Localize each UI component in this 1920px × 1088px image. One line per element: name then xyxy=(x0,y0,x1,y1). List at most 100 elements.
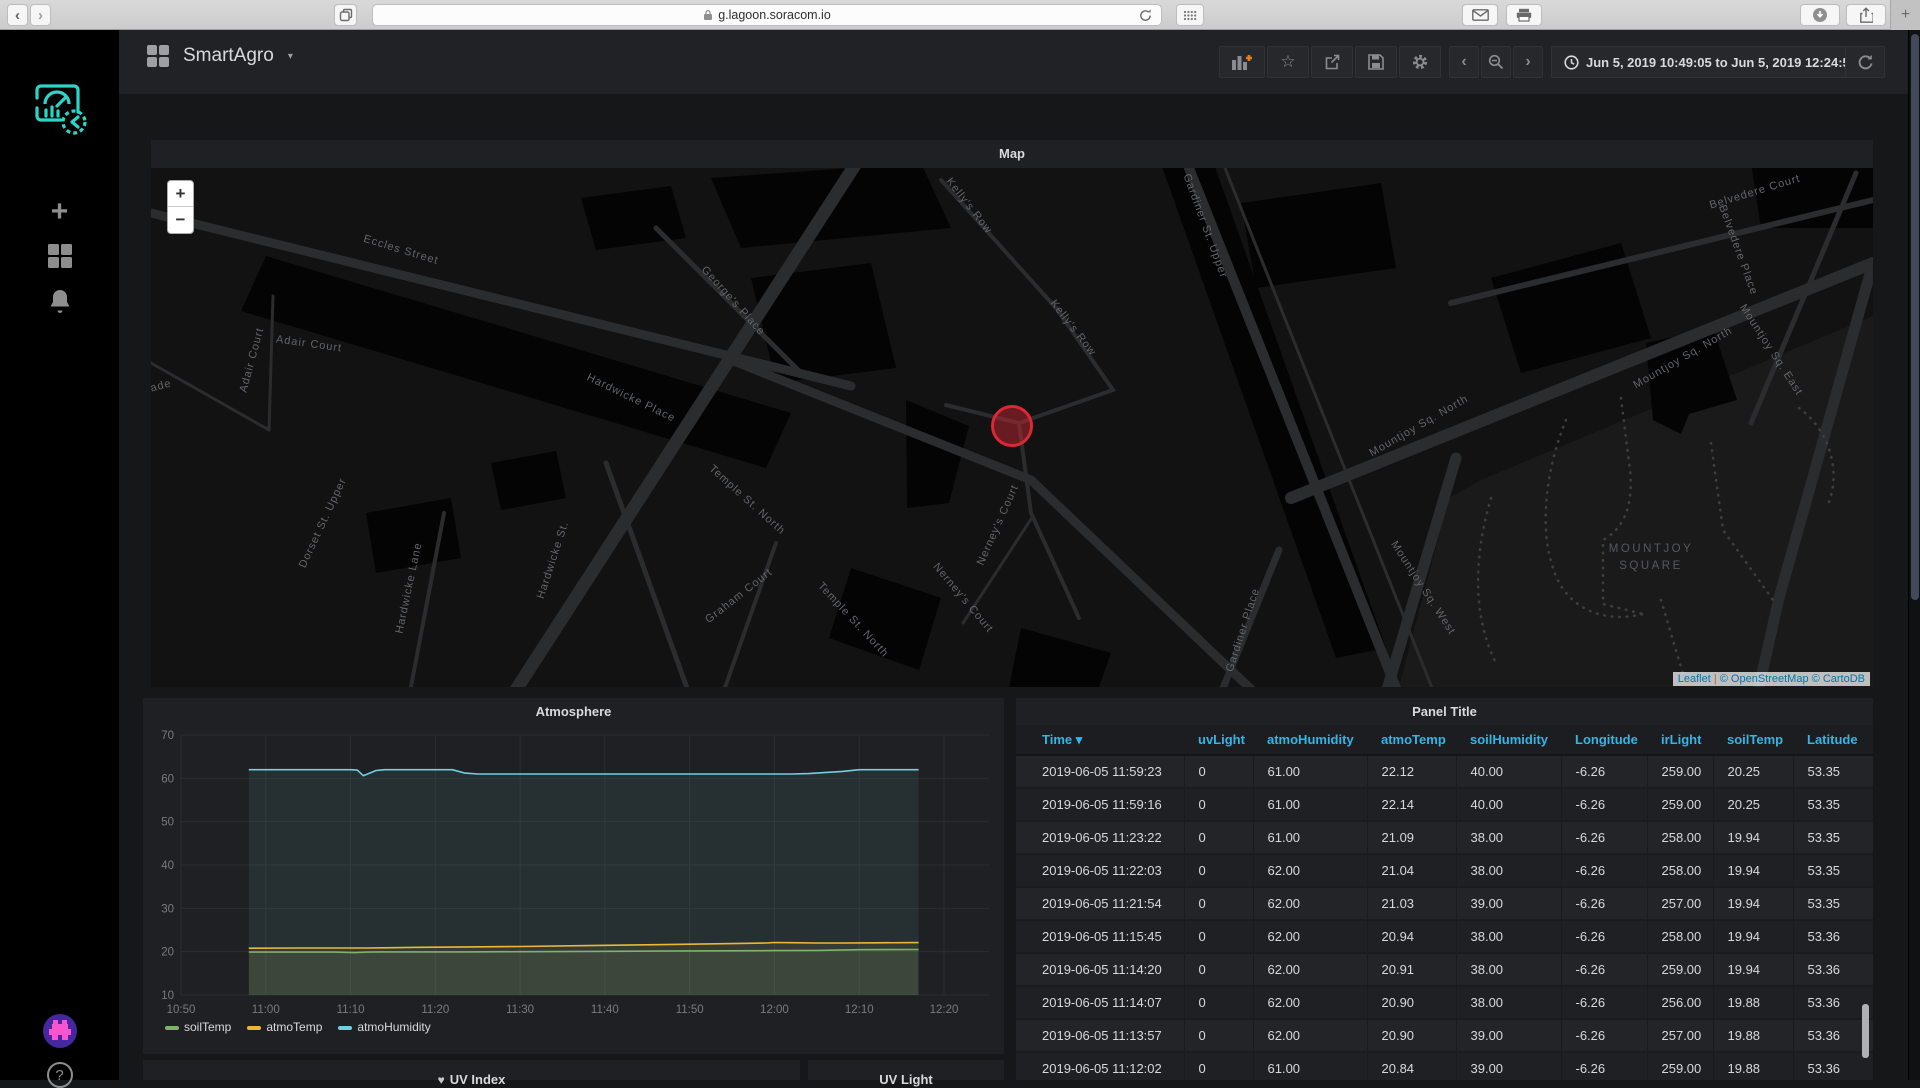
column-header-Latitude[interactable]: Latitude xyxy=(1793,725,1873,755)
user-avatar[interactable] xyxy=(0,1013,119,1049)
table-row[interactable]: 2019-06-05 11:15:45062.0020.9438.00-6.26… xyxy=(1016,920,1873,953)
map-zoom-in-button[interactable]: + xyxy=(168,181,193,207)
svg-text:10:50: 10:50 xyxy=(167,1004,196,1016)
main-content: SmartAgro ▾ ☆ xyxy=(119,30,1920,1080)
mail-button[interactable] xyxy=(1462,4,1498,26)
lagoon-logo[interactable] xyxy=(0,78,119,140)
page-scrollbar[interactable] xyxy=(1908,30,1920,1080)
table-row[interactable]: 2019-06-05 11:21:54062.0021.0339.00-6.26… xyxy=(1016,887,1873,920)
sidebar-dashboards-icon[interactable] xyxy=(0,243,119,269)
star-dashboard-button[interactable]: ☆ xyxy=(1267,46,1309,78)
tab-overview-icon xyxy=(339,8,353,22)
share-icon xyxy=(1859,7,1873,23)
svg-text:10: 10 xyxy=(161,990,174,1002)
sort-caret-icon: ▾ xyxy=(1072,732,1082,747)
settings-button[interactable] xyxy=(1399,46,1441,78)
browser-back-button[interactable]: ‹ xyxy=(7,4,28,26)
downloads-button[interactable] xyxy=(1800,4,1840,26)
table-panel-title[interactable]: Panel Title xyxy=(1016,698,1873,725)
star-icon: ☆ xyxy=(1280,52,1295,72)
column-header-Time[interactable]: Time ▾ xyxy=(1016,725,1184,755)
table-panel: Panel Title Time ▾uvLightatmoHumidityatm… xyxy=(1016,698,1873,1080)
new-tab-button[interactable]: + xyxy=(1890,0,1920,30)
column-header-soilHumidity[interactable]: soilHumidity xyxy=(1456,725,1561,755)
help-icon[interactable]: ? xyxy=(0,1062,119,1088)
table-row[interactable]: 2019-06-05 11:23:22061.0021.0938.00-6.26… xyxy=(1016,821,1873,854)
page-scrollbar-thumb[interactable] xyxy=(1911,34,1919,600)
svg-text:11:50: 11:50 xyxy=(676,1004,704,1016)
browser-forward-button[interactable]: › xyxy=(30,4,51,26)
column-header-irLight[interactable]: irLight xyxy=(1647,725,1713,755)
column-header-soilTemp[interactable]: soilTemp xyxy=(1713,725,1793,755)
zoom-out-time-button[interactable] xyxy=(1481,46,1511,78)
add-panel-button[interactable] xyxy=(1219,46,1265,78)
svg-text:11:40: 11:40 xyxy=(591,1004,619,1016)
tab-overview-button[interactable] xyxy=(334,4,357,26)
save-icon xyxy=(1368,54,1384,70)
table-row[interactable]: 2019-06-05 11:14:07062.0020.9038.00-6.26… xyxy=(1016,986,1873,1019)
extensions-grid-button[interactable] xyxy=(1176,4,1204,26)
table-row[interactable]: 2019-06-05 11:14:20062.0020.9138.00-6.26… xyxy=(1016,953,1873,986)
share-button[interactable] xyxy=(1846,4,1886,26)
column-header-atmoTemp[interactable]: atmoTemp xyxy=(1367,725,1456,755)
grid-dots-icon xyxy=(1183,10,1197,21)
table-row[interactable]: 2019-06-05 11:59:23061.0022.1240.00-6.26… xyxy=(1016,755,1873,788)
svg-text:11:00: 11:00 xyxy=(252,1004,280,1016)
refresh-button[interactable] xyxy=(1845,46,1885,78)
download-icon xyxy=(1812,7,1828,23)
print-button[interactable] xyxy=(1506,4,1542,26)
table-row[interactable]: 2019-06-05 11:59:16061.0022.1440.00-6.26… xyxy=(1016,788,1873,821)
mail-icon xyxy=(1472,9,1489,21)
share-dashboard-button[interactable] xyxy=(1311,46,1353,78)
column-header-uvLight[interactable]: uvLight xyxy=(1184,725,1253,755)
map-panel: Map xyxy=(151,140,1873,687)
time-shift-right-button[interactable]: › xyxy=(1513,46,1543,78)
svg-text:11:10: 11:10 xyxy=(337,1004,365,1016)
share-dashboard-icon xyxy=(1324,54,1341,70)
clock-icon xyxy=(1564,55,1579,70)
osm-link[interactable]: © OpenStreetMap xyxy=(1720,673,1809,685)
map-panel-title[interactable]: Map xyxy=(151,140,1873,167)
dashboard-switcher[interactable]: SmartAgro ▾ xyxy=(147,45,293,67)
atmosphere-panel-title[interactable]: Atmosphere xyxy=(143,698,1004,725)
sensor-data-table: Time ▾uvLightatmoHumidityatmoTempsoilHum… xyxy=(1016,725,1873,1080)
table-row[interactable]: 2019-06-05 11:12:02061.0020.8439.00-6.26… xyxy=(1016,1052,1873,1080)
column-header-atmoHumidity[interactable]: atmoHumidity xyxy=(1253,725,1367,755)
table-scrollbar[interactable] xyxy=(1862,1004,1869,1058)
uv-light-panel-title[interactable]: UV Light xyxy=(808,1060,1004,1087)
atmosphere-chart[interactable]: 1020304050607010:5011:0011:1011:2011:301… xyxy=(147,725,1000,1017)
legend-item[interactable]: atmoTemp xyxy=(247,1020,322,1034)
svg-text:12:10: 12:10 xyxy=(845,1004,874,1016)
sidebar-add-icon[interactable]: + xyxy=(0,195,119,229)
magnifier-icon xyxy=(1488,54,1504,70)
save-dashboard-button[interactable] xyxy=(1355,46,1397,78)
chevron-left-icon: ‹ xyxy=(1461,54,1466,70)
leaflet-link[interactable]: Leaflet xyxy=(1678,673,1711,685)
add-panel-icon xyxy=(1231,53,1253,71)
svg-text:30: 30 xyxy=(161,903,174,915)
refresh-icon xyxy=(1857,54,1874,70)
reload-icon[interactable] xyxy=(1138,8,1153,23)
time-shift-left-button[interactable]: ‹ xyxy=(1449,46,1479,78)
table-row[interactable]: 2019-06-05 11:13:57062.0020.9039.00-6.26… xyxy=(1016,1019,1873,1052)
legend-item[interactable]: atmoHumidity xyxy=(338,1020,430,1034)
map-zoom-out-button[interactable]: − xyxy=(168,207,193,233)
svg-text:11:20: 11:20 xyxy=(421,1004,449,1016)
device-location-marker[interactable] xyxy=(991,405,1033,447)
svg-text:70: 70 xyxy=(161,730,174,742)
map-attribution: Leaflet | © OpenStreetMap © CartoDB xyxy=(1673,672,1870,686)
map-canvas[interactable]: Eccles StreetAdair CourtAdair CourtadeGe… xyxy=(151,168,1873,687)
svg-text:11:30: 11:30 xyxy=(506,1004,534,1016)
sidebar-alerting-icon[interactable] xyxy=(0,288,119,314)
url-text: g.lagoon.soracom.io xyxy=(718,8,831,22)
time-range-picker[interactable]: Jun 5, 2019 10:49:05 to Jun 5, 2019 12:2… xyxy=(1551,46,1870,78)
uv-index-panel-title[interactable]: ♥ UV Index xyxy=(143,1060,800,1087)
legend-item[interactable]: soilTemp xyxy=(165,1020,231,1034)
dashboard-navbar: SmartAgro ▾ ☆ xyxy=(119,30,1920,94)
app-window: + ? SmartA xyxy=(0,30,1920,1080)
printer-icon xyxy=(1516,8,1532,22)
url-bar[interactable]: g.lagoon.soracom.io xyxy=(372,4,1162,26)
carto-link[interactable]: © CartoDB xyxy=(1812,673,1865,685)
column-header-Longitude[interactable]: Longitude xyxy=(1561,725,1647,755)
table-row[interactable]: 2019-06-05 11:22:03062.0021.0438.00-6.26… xyxy=(1016,854,1873,887)
